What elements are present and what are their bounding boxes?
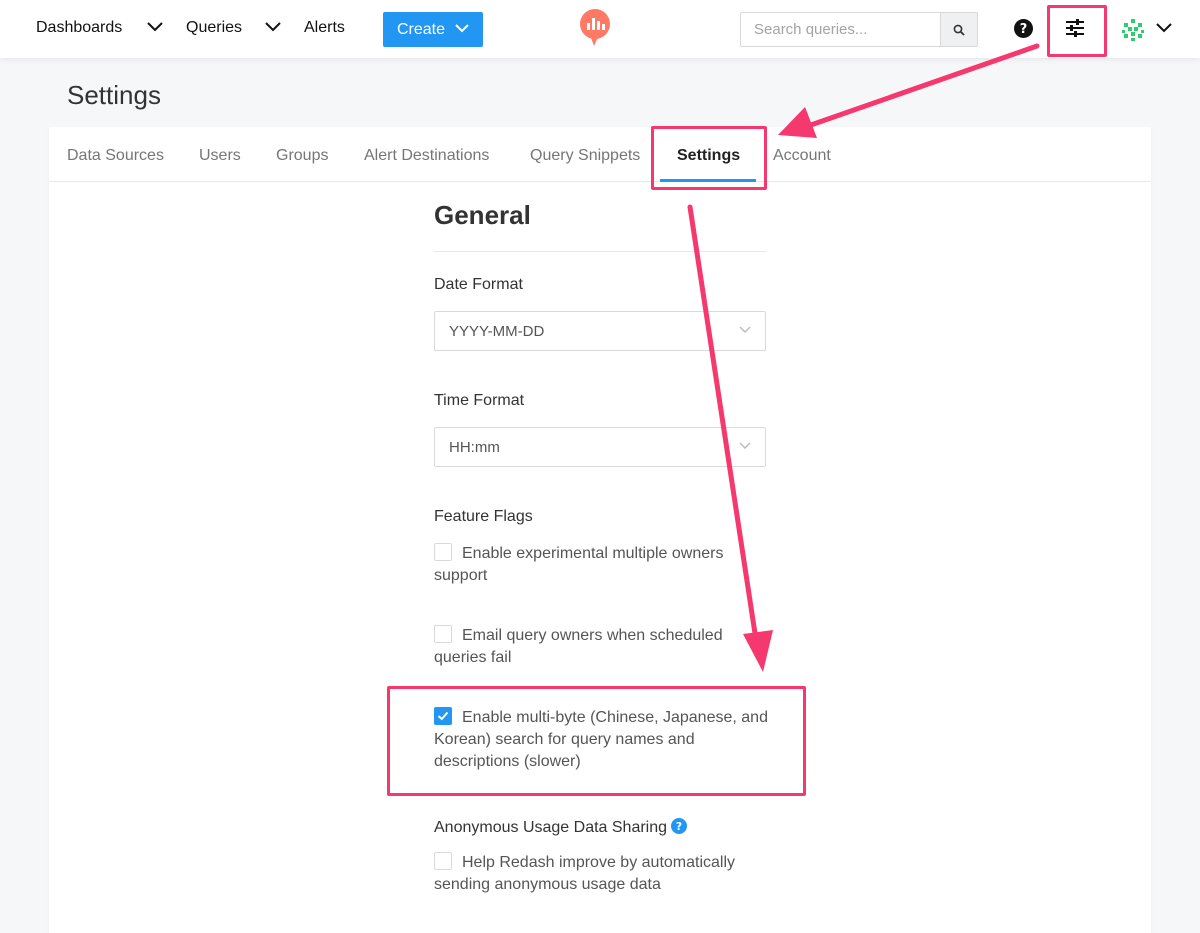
checkbox[interactable] bbox=[434, 625, 452, 643]
chevron-down-icon[interactable] bbox=[265, 22, 281, 32]
tab-account[interactable]: Account bbox=[773, 147, 831, 165]
section-title-general: General bbox=[434, 200, 531, 230]
nav-alerts[interactable]: Alerts bbox=[304, 19, 345, 37]
divider bbox=[434, 251, 766, 252]
usage-sharing-label: Anonymous Usage Data Sharing? bbox=[434, 818, 688, 837]
chevron-down-icon[interactable] bbox=[1156, 23, 1172, 33]
chevron-down-icon bbox=[455, 24, 469, 33]
usage-sharing-text: Anonymous Usage Data Sharing bbox=[434, 819, 668, 836]
search-input[interactable] bbox=[740, 12, 940, 47]
settings-card bbox=[49, 127, 1151, 933]
tab-alert-destinations[interactable]: Alert Destinations bbox=[364, 147, 489, 165]
arrow-to-settings-tab bbox=[778, 43, 1040, 138]
page-title: Settings bbox=[67, 80, 161, 110]
help-icon[interactable]: ? bbox=[1014, 19, 1033, 38]
redash-logo[interactable] bbox=[578, 8, 612, 48]
svg-text:?: ? bbox=[1020, 22, 1028, 37]
time-format-value: HH:mm bbox=[449, 438, 500, 456]
highlight-box-multibyte-flag bbox=[387, 686, 806, 796]
time-format-label: Time Format bbox=[434, 392, 525, 409]
search-button[interactable] bbox=[940, 12, 978, 47]
checkbox[interactable] bbox=[434, 852, 452, 870]
search-icon bbox=[953, 24, 965, 36]
nav-queries[interactable]: Queries bbox=[186, 19, 242, 37]
usage-sharing-checkbox-label: Help Redash improve by automatically sen… bbox=[434, 854, 736, 893]
flag-multiple-owners[interactable]: Enable experimental multiple owners supp… bbox=[434, 543, 774, 587]
usage-sharing-checkbox[interactable]: Help Redash improve by automatically sen… bbox=[434, 852, 774, 896]
tab-groups[interactable]: Groups bbox=[276, 147, 328, 165]
flag-email-owners-label: Email query owners when scheduled querie… bbox=[434, 627, 723, 666]
checkbox[interactable] bbox=[434, 543, 452, 561]
create-button-label: Create bbox=[397, 20, 446, 38]
chevron-down-icon bbox=[739, 326, 751, 333]
nav-dashboards[interactable]: Dashboards bbox=[36, 19, 122, 37]
date-format-select[interactable]: YYYY-MM-DD bbox=[434, 311, 766, 351]
tab-query-snippets[interactable]: Query Snippets bbox=[530, 147, 640, 165]
tab-data-sources[interactable]: Data Sources bbox=[67, 147, 164, 165]
create-button[interactable]: Create bbox=[383, 12, 483, 47]
avatar[interactable] bbox=[1120, 17, 1146, 43]
chevron-down-icon bbox=[739, 442, 751, 449]
svg-text:?: ? bbox=[676, 820, 682, 833]
flag-multiple-owners-label: Enable experimental multiple owners supp… bbox=[434, 545, 724, 584]
info-icon[interactable]: ? bbox=[671, 818, 688, 834]
highlight-box-settings-icon bbox=[1047, 5, 1107, 57]
flag-email-owners[interactable]: Email query owners when scheduled querie… bbox=[434, 625, 774, 669]
date-format-label: Date Format bbox=[434, 276, 523, 293]
tab-users[interactable]: Users bbox=[199, 147, 241, 165]
chevron-down-icon[interactable] bbox=[147, 22, 163, 32]
settings-tabs: Data Sources Users Groups Alert Destinat… bbox=[49, 127, 1151, 182]
date-format-value: YYYY-MM-DD bbox=[449, 322, 545, 340]
time-format-select[interactable]: HH:mm bbox=[434, 427, 766, 467]
top-navbar: Dashboards Queries Alerts Create ? bbox=[0, 0, 1200, 58]
feature-flags-label: Feature Flags bbox=[434, 508, 533, 525]
highlight-box-settings-tab bbox=[651, 126, 767, 190]
